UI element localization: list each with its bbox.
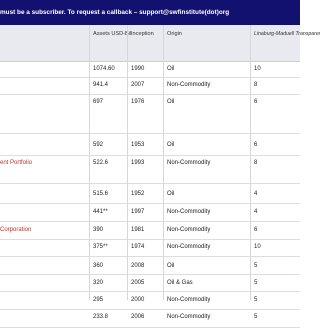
inception-year: 1993 — [131, 160, 145, 166]
transparency-rating: 6 — [254, 227, 258, 233]
inception-year: 2005 — [131, 280, 145, 286]
inception-year: 1976 — [131, 99, 145, 105]
table-row[interactable]: 441** 1997 Non-Commodity 4 — [0, 203, 300, 222]
origin-value: Non-Commodity — [167, 82, 211, 88]
table-row[interactable]: 697 1976 Oil 6 — [0, 94, 300, 134]
origin-value: Oil — [167, 99, 175, 105]
inception-year: 1981 — [131, 227, 145, 233]
assets-value: 1074.60 — [93, 66, 115, 72]
assets-value: 941.4 — [93, 82, 109, 88]
origin-value: Non-Commodity — [167, 227, 211, 233]
inception-year: 2007 — [131, 82, 145, 88]
assets-value: 522.6 — [93, 160, 109, 166]
origin-value: Oil — [167, 66, 175, 72]
inception-year: 1952 — [131, 191, 145, 197]
header-transparency-index[interactable]: Linaburg-Maduell Transparency Ind — [254, 30, 320, 38]
inception-year: 1990 — [131, 66, 145, 72]
transparency-rating: 6 — [254, 142, 258, 148]
origin-value: Oil — [167, 142, 175, 148]
inception-year: 2006 — [131, 314, 145, 320]
table-row[interactable]: 295 2000 Non-Commodity 5 — [0, 291, 300, 310]
header-inception[interactable]: Inception — [131, 30, 154, 38]
table-row[interactable]: ent Portfolio 522.6 1993 Non-Commodity 8 — [0, 155, 300, 184]
origin-value: Non-Commodity — [167, 244, 211, 250]
origin-value: Non-Commodity — [167, 209, 211, 215]
origin-value: Non-Commodity — [167, 314, 211, 320]
transparency-rating: 4 — [254, 209, 258, 215]
assets-value: 697 — [93, 99, 104, 105]
table-row[interactable]: 941.4 2007 Non-Commodity 8 — [0, 77, 300, 95]
transparency-rating: 10 — [254, 66, 261, 72]
inception-year: 1974 — [131, 244, 145, 250]
transparency-rating: 5 — [254, 314, 258, 320]
origin-value: Oil & Gas — [167, 280, 193, 286]
inception-year: 2008 — [131, 263, 145, 269]
origin-value: Oil — [167, 191, 175, 197]
transparency-rating: 8 — [254, 82, 258, 88]
assets-value: 390 — [93, 227, 104, 233]
banner-text: must be a subscriber. To request a callb… — [0, 9, 230, 16]
table-row[interactable]: 375** 1974 Non-Commodity 10 — [0, 239, 300, 257]
assets-value: 360 — [93, 263, 104, 269]
table-header: Assets USD-Bil Inception Origin Linaburg… — [0, 25, 320, 62]
table-row[interactable]: 360 2008 Oil 5 — [0, 256, 300, 275]
assets-value: 515.6 — [93, 191, 109, 197]
transparency-rating: 4 — [254, 191, 258, 197]
table-row[interactable]: 592 1953 Oil 6 — [0, 133, 300, 156]
table-row[interactable]: 515.6 1952 Oil 4 — [0, 183, 300, 204]
inception-year: 1997 — [131, 209, 145, 215]
assets-value: 295 — [93, 297, 104, 303]
transparency-rating: 5 — [254, 297, 258, 303]
transparency-rating: 5 — [254, 263, 258, 269]
assets-value: 375** — [93, 244, 108, 250]
origin-value: Non-Commodity — [167, 297, 211, 303]
assets-value: 320 — [93, 280, 104, 286]
fund-name[interactable]: Corporation — [0, 226, 31, 234]
assets-value: 441** — [93, 209, 108, 215]
assets-value: 592 — [93, 142, 104, 148]
transparency-rating: 6 — [254, 99, 258, 105]
table-row[interactable]: 320 2005 Oil & Gas 5 — [0, 274, 300, 292]
transparency-rating: 5 — [254, 280, 258, 286]
origin-value: Oil — [167, 263, 175, 269]
fund-rankings-table: Assets USD-Bil Inception Origin Linaburg… — [0, 25, 320, 328]
table-row[interactable]: 1074.60 1990 Oil 10 — [0, 61, 300, 78]
transparency-rating: 10 — [254, 244, 261, 250]
table-row[interactable]: Corporation 390 1981 Non-Commodity 6 — [0, 221, 300, 240]
inception-year: 2000 — [131, 297, 145, 303]
fund-name[interactable]: ent Portfolio — [0, 159, 32, 167]
header-origin[interactable]: Origin — [167, 30, 182, 38]
origin-value: Non-Commodity — [167, 160, 211, 166]
transparency-rating: 8 — [254, 160, 258, 166]
table-row[interactable]: 233.8 2006 Non-Commodity 5 — [0, 309, 300, 328]
inception-year: 1953 — [131, 142, 145, 148]
subscription-banner: must be a subscriber. To request a callb… — [0, 0, 300, 25]
assets-value: 233.8 — [93, 314, 109, 320]
